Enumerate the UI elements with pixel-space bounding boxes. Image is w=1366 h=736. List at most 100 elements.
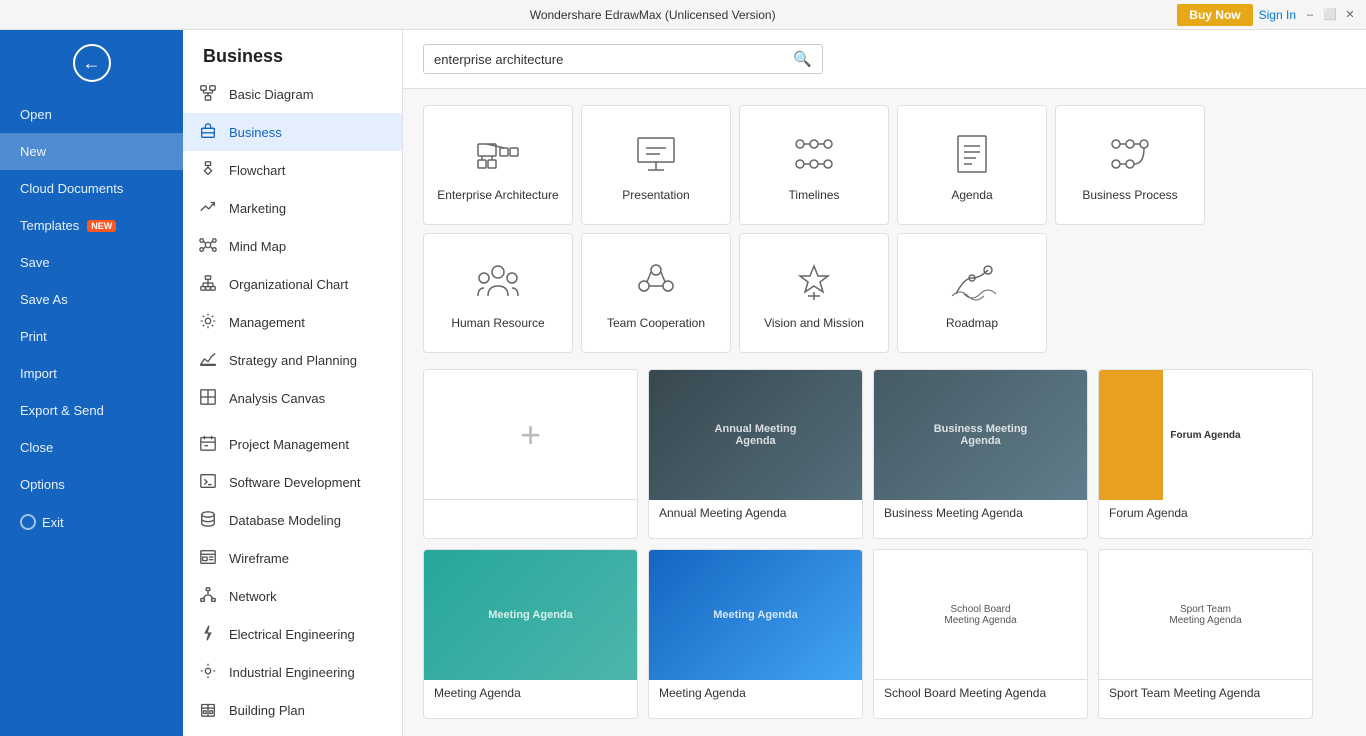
nav-strategy[interactable]: Strategy and Planning xyxy=(183,341,402,379)
card-forum-agenda[interactable]: Forum Agenda Forum Agenda xyxy=(1098,369,1313,539)
nav-label: Marketing xyxy=(229,201,286,216)
tile-icon xyxy=(630,128,682,180)
content-area: Business Basic Diagram Business xyxy=(183,30,1366,736)
nav-import[interactable]: Import xyxy=(0,355,183,392)
nav-mind-map[interactable]: Mind Map xyxy=(183,227,402,265)
middle-nav-header: Business xyxy=(183,30,402,75)
software-icon xyxy=(199,472,219,492)
tile-label: Agenda xyxy=(943,188,1000,202)
card-meeting-globe[interactable]: Meeting Agenda Meeting Agenda xyxy=(648,549,863,719)
close-button[interactable]: ✕ xyxy=(1342,7,1358,23)
nav-database[interactable]: Database Modeling xyxy=(183,501,402,539)
nav-marketing[interactable]: Marketing xyxy=(183,189,402,227)
tile-timelines[interactable]: Timelines xyxy=(739,105,889,225)
nav-print[interactable]: Print xyxy=(0,318,183,355)
card-thumbnail: Forum Agenda xyxy=(1099,370,1312,500)
card-thumbnail: School BoardMeeting Agenda xyxy=(874,550,1087,680)
templates-label: Templates xyxy=(20,218,79,233)
tile-human-resource[interactable]: Human Resource xyxy=(423,233,573,353)
card-label: Annual Meeting Agenda xyxy=(649,500,862,526)
minimize-button[interactable]: – xyxy=(1302,7,1318,23)
search-wrapper: 🔍 xyxy=(423,44,823,74)
card-business-meeting[interactable]: Business MeetingAgenda Business Meeting … xyxy=(873,369,1088,539)
tile-icon xyxy=(630,256,682,308)
back-button-wrapper: ← xyxy=(0,30,183,96)
nav-label: Organizational Chart xyxy=(229,277,348,292)
strategy-icon xyxy=(199,350,219,370)
card-annual-meeting[interactable]: Annual MeetingAgenda Annual Meeting Agen… xyxy=(648,369,863,539)
tile-team-cooperation[interactable]: Team Cooperation xyxy=(581,233,731,353)
nav-software-dev[interactable]: Software Development xyxy=(183,463,402,501)
tile-enterprise-arch[interactable]: Enterprise Architecture xyxy=(423,105,573,225)
tile-icon xyxy=(946,256,998,308)
tile-icon xyxy=(472,256,524,308)
maximize-button[interactable]: ⬜ xyxy=(1322,7,1338,23)
nav-business[interactable]: Business xyxy=(183,113,402,151)
main-content: 🔍 xyxy=(403,30,1366,736)
nav-network[interactable]: Network xyxy=(183,577,402,615)
nav-label: Wireframe xyxy=(229,551,289,566)
nav-export[interactable]: Export & Send xyxy=(0,392,183,429)
tile-label: Vision and Mission xyxy=(756,316,872,330)
nav-new[interactable]: New xyxy=(0,133,183,170)
nav-label: Analysis Canvas xyxy=(229,391,325,406)
card-meeting-teal[interactable]: Meeting Agenda Meeting Agenda xyxy=(423,549,638,719)
sign-in-button[interactable]: Sign In xyxy=(1259,8,1296,22)
tile-presentation[interactable]: Presentation xyxy=(581,105,731,225)
window-controls: – ⬜ ✕ xyxy=(1302,7,1358,23)
tile-label: Presentation xyxy=(614,188,697,202)
nav-building[interactable]: Building Plan xyxy=(183,691,402,729)
card-new-blank[interactable]: + xyxy=(423,369,638,539)
card-thumbnail: Meeting Agenda xyxy=(424,550,637,680)
nav-project-mgmt[interactable]: Project Management xyxy=(183,425,402,463)
tile-icon xyxy=(788,128,840,180)
nav-close[interactable]: Close xyxy=(0,429,183,466)
nav-flowchart[interactable]: Flowchart xyxy=(183,151,402,189)
tile-label: Roadmap xyxy=(938,316,1006,330)
nav-options[interactable]: Options xyxy=(0,466,183,503)
tile-business-process[interactable]: Business Process xyxy=(1055,105,1205,225)
back-button[interactable]: ← xyxy=(73,44,111,82)
search-bar: 🔍 xyxy=(403,30,1366,89)
left-sidebar: ← Open New Cloud Documents Templates NEW… xyxy=(0,30,183,736)
nav-industrial[interactable]: Industrial Engineering xyxy=(183,653,402,691)
nav-open[interactable]: Open xyxy=(0,96,183,133)
nav-basic-diagram[interactable]: Basic Diagram xyxy=(183,75,402,113)
tile-label: Human Resource xyxy=(443,316,552,330)
nav-org-chart[interactable]: Organizational Chart xyxy=(183,265,402,303)
tile-icon xyxy=(1104,128,1156,180)
wireframe-icon xyxy=(199,548,219,568)
card-label xyxy=(424,500,637,512)
card-label: Business Meeting Agenda xyxy=(874,500,1087,526)
card-label: Forum Agenda xyxy=(1099,500,1312,526)
nav-exit[interactable]: Exit xyxy=(0,503,183,541)
nav-electrical[interactable]: Electrical Engineering xyxy=(183,615,402,653)
tile-roadmap[interactable]: Roadmap xyxy=(897,233,1047,353)
card-sport-team[interactable]: Sport TeamMeeting Agenda Sport Team Meet… xyxy=(1098,549,1313,719)
search-input[interactable] xyxy=(434,52,793,67)
thumb-text: Meeting Agenda xyxy=(424,550,637,680)
nav-management[interactable]: Management xyxy=(183,303,402,341)
tile-vision-mission[interactable]: Vision and Mission xyxy=(739,233,889,353)
nav-label: Business xyxy=(229,125,282,140)
database-icon xyxy=(199,510,219,530)
card-school-board[interactable]: School BoardMeeting Agenda School Board … xyxy=(873,549,1088,719)
app-body: ← Open New Cloud Documents Templates NEW… xyxy=(0,30,1366,736)
tile-label: Timelines xyxy=(781,188,848,202)
card-thumbnail: Sport TeamMeeting Agenda xyxy=(1099,550,1312,680)
nav-analysis[interactable]: Analysis Canvas xyxy=(183,379,402,417)
tile-agenda[interactable]: Agenda xyxy=(897,105,1047,225)
nav-label: Strategy and Planning xyxy=(229,353,357,368)
tile-label: Team Cooperation xyxy=(599,316,713,330)
nav-wireframe[interactable]: Wireframe xyxy=(183,539,402,577)
nav-save-as[interactable]: Save As xyxy=(0,281,183,318)
nav-templates[interactable]: Templates NEW xyxy=(0,207,183,244)
tile-icon xyxy=(788,256,840,308)
buy-now-button[interactable]: Buy Now xyxy=(1177,4,1252,26)
nav-save[interactable]: Save xyxy=(0,244,183,281)
basic-diagram-icon xyxy=(199,84,219,104)
nav-cloud[interactable]: Cloud Documents xyxy=(0,170,183,207)
marketing-icon xyxy=(199,198,219,218)
search-icon[interactable]: 🔍 xyxy=(793,50,812,68)
electrical-icon xyxy=(199,624,219,644)
